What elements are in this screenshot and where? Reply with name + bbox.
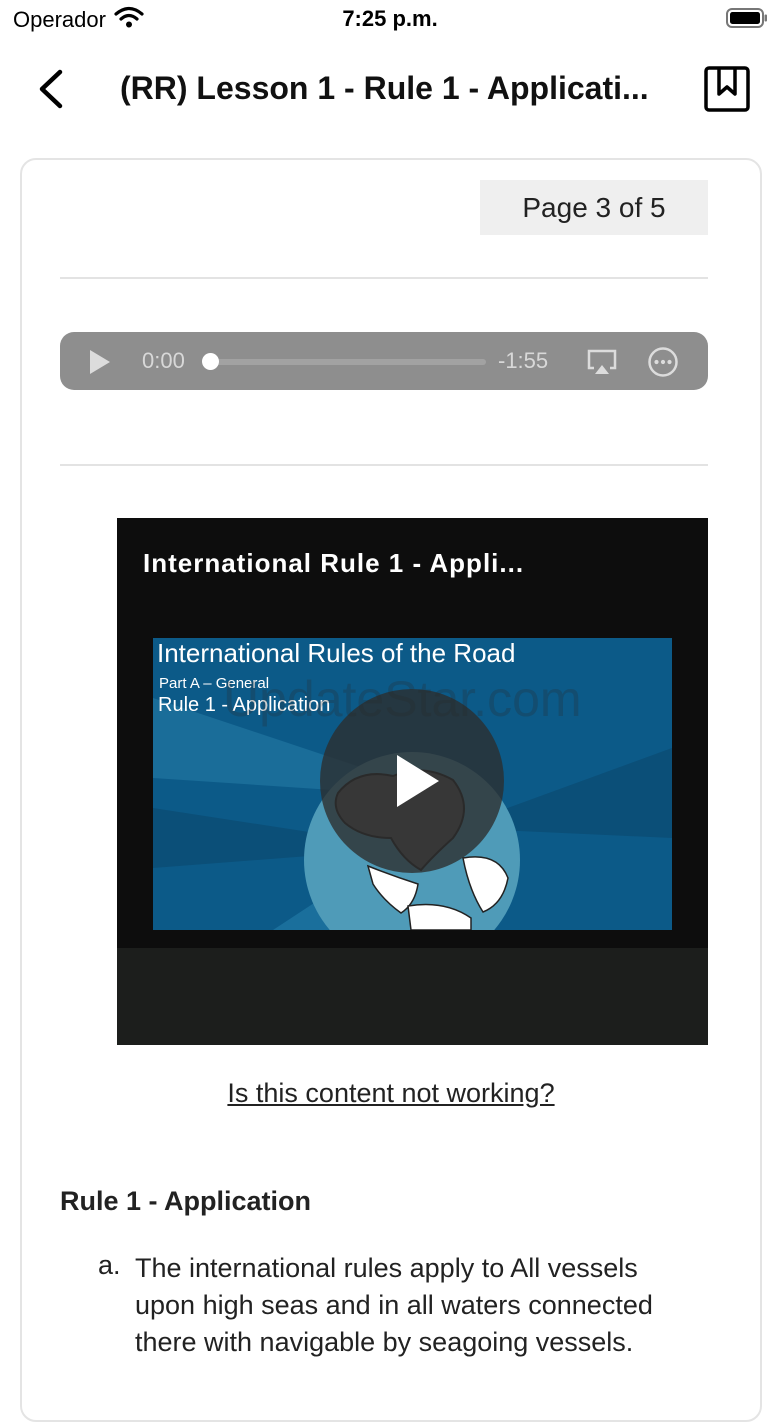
watermark: UpdateStar.com bbox=[223, 671, 582, 727]
carrier-info: Operador bbox=[13, 6, 144, 34]
battery-icon bbox=[726, 8, 768, 28]
bookmark-button[interactable] bbox=[702, 64, 752, 114]
audio-remaining-time: -1:55 bbox=[498, 348, 549, 373]
navigation-bar: (RR) Lesson 1 - Rule 1 - Applicati... bbox=[0, 52, 780, 128]
wifi-icon bbox=[114, 6, 144, 34]
audio-player: 0:00 -1:55 bbox=[60, 332, 708, 390]
audio-progress-track[interactable] bbox=[210, 359, 486, 365]
content-card: Page 3 of 5 0:00 -1:55 International Rul… bbox=[20, 158, 762, 1422]
video-thumbnail[interactable]: International Rules of the Road Part A –… bbox=[153, 638, 672, 930]
list-item-text: The international rules apply to All ves… bbox=[135, 1253, 653, 1357]
airplay-icon[interactable] bbox=[586, 348, 618, 376]
section-heading: Rule 1 - Application bbox=[60, 1186, 312, 1216]
status-bar: Operador 7:25 p.m. bbox=[0, 0, 780, 40]
page-indicator: Page 3 of 5 bbox=[480, 180, 708, 235]
video-control-area bbox=[117, 948, 708, 1045]
bookmark-icon bbox=[704, 66, 750, 112]
list-item-marker: a. bbox=[98, 1250, 121, 1280]
video-title: International Rule 1 - Appli... bbox=[143, 548, 525, 578]
more-options-icon[interactable] bbox=[647, 346, 679, 378]
audio-current-time: 0:00 bbox=[142, 348, 185, 373]
content-help-link[interactable]: Is this content not working? bbox=[22, 1078, 760, 1109]
video-player[interactable]: International Rule 1 - Appli... Internat… bbox=[117, 518, 708, 1045]
back-button[interactable] bbox=[30, 66, 74, 112]
lesson-title: (RR) Lesson 1 - Rule 1 - Applicati... bbox=[120, 70, 649, 106]
carrier-label: Operador bbox=[13, 7, 106, 32]
play-icon[interactable] bbox=[393, 753, 443, 809]
thumbnail-heading: International Rules of the Road bbox=[157, 638, 516, 668]
divider bbox=[60, 464, 708, 466]
chevron-left-icon bbox=[39, 69, 63, 109]
divider bbox=[60, 277, 708, 279]
play-icon[interactable] bbox=[88, 349, 112, 375]
audio-scrubber-handle[interactable] bbox=[202, 353, 219, 370]
